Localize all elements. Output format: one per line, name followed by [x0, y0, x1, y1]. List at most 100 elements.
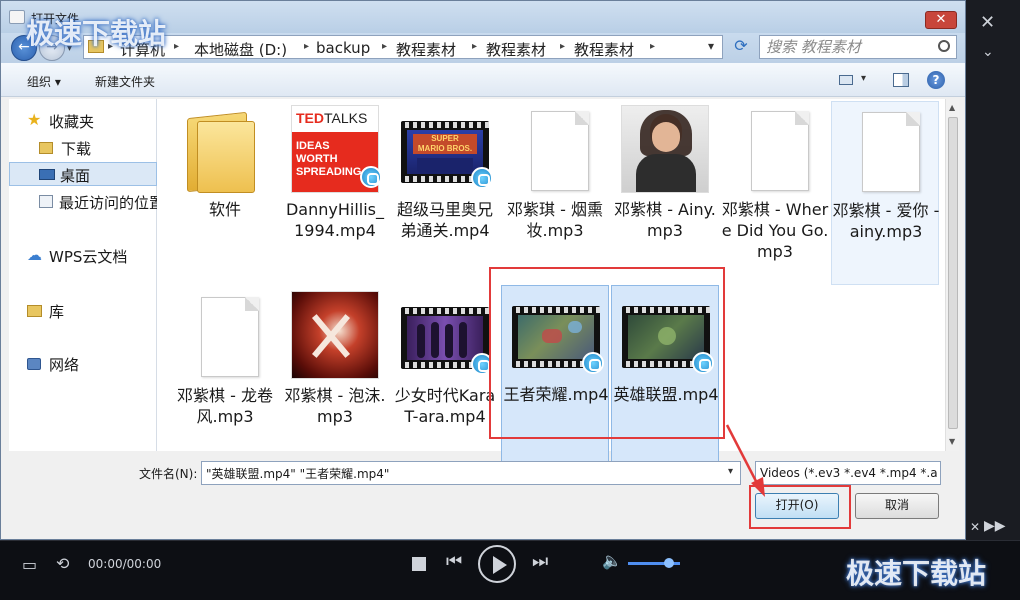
sidebar-item-label: 最近访问的位置 — [59, 194, 157, 212]
preview-pane-icon[interactable] — [893, 73, 909, 87]
close-button[interactable]: ✕ — [925, 11, 957, 29]
sidebar-item-recent-places[interactable]: 最近访问的位置 — [9, 190, 157, 214]
file-item-audio-smoky-makeup[interactable]: 邓紫琪 - 烟熏妆.mp3 — [501, 101, 609, 285]
filename-input[interactable] — [206, 465, 716, 481]
help-icon[interactable]: ? — [927, 71, 945, 89]
watermark-top: 极速下载站 — [26, 17, 167, 50]
file-item-mario-video[interactable]: SUPER MARIO BROS. 超级马里奥兄弟通关.mp4 — [391, 101, 499, 285]
file-name: 邓紫棋 - Ainy.mp3 — [614, 200, 716, 240]
video-thumbnail-icon: SUPER MARIO BROS. — [401, 105, 493, 193]
scrollbar-thumb[interactable] — [948, 117, 958, 429]
file-name: 邓紫棋 - 龙卷风.mp3 — [177, 386, 273, 426]
file-item-audio-tornado[interactable]: 邓紫棋 - 龙卷风.mp3 — [171, 287, 279, 471]
sidebar-item-label: 下载 — [61, 140, 92, 158]
next-icon[interactable]: ⏭ — [532, 551, 548, 572]
video-thumbnail-icon — [401, 291, 493, 379]
sidebar-item-libraries[interactable]: 库 — [9, 299, 157, 323]
refresh-button[interactable]: ⟳ — [729, 35, 753, 59]
address-dropdown-icon[interactable]: ▾ — [708, 39, 714, 53]
breadcrumb-folder-1[interactable]: 教程素材 — [396, 39, 456, 60]
filename-combobox[interactable]: ▾ — [201, 461, 741, 485]
sidebar-item-desktop[interactable]: 桌面 — [9, 162, 157, 186]
sidebar-item-wps-cloud[interactable]: ☁ WPS云文档 — [9, 244, 157, 268]
player-close-icon[interactable]: ✕ — [980, 12, 995, 33]
sidebar-item-network[interactable]: 网络 — [9, 352, 157, 376]
desktop-icon — [39, 169, 55, 180]
file-item-audio-bubbles[interactable]: 邓紫棋 - 泡沫.mp3 — [281, 287, 389, 471]
star-icon: ★ — [27, 110, 42, 129]
file-name: 软件 — [208, 200, 241, 219]
breadcrumb-separator[interactable]: ▸ — [560, 41, 565, 52]
command-toolbar: 组织 ▾ 新建文件夹 ▾ ? — [1, 63, 965, 97]
loop-icon[interactable]: ⟲ — [56, 554, 69, 573]
file-name: 邓紫棋 - 泡沫.mp3 — [284, 386, 386, 426]
view-dropdown-icon[interactable]: ▾ — [861, 73, 866, 84]
new-folder-button[interactable]: 新建文件夹 — [95, 73, 155, 90]
breadcrumb-folder-2[interactable]: 教程素材 — [486, 39, 546, 60]
watermark-bottom: 极速下载站 — [846, 557, 987, 590]
change-view-icon[interactable] — [839, 75, 853, 85]
address-bar[interactable]: ▸ 计算机 ▸ 本地磁盘 (D:) ▸ backup ▸ 教程素材 ▸ 教程素材… — [83, 35, 723, 59]
file-item-audio-ainy[interactable]: 邓紫棋 - Ainy.mp3 — [611, 101, 719, 285]
breadcrumb-separator[interactable]: ▸ — [650, 41, 655, 52]
file-name: 邓紫琪 - 烟熏妆.mp3 — [507, 200, 603, 240]
volume-icon[interactable]: 🔈 — [602, 551, 622, 570]
file-item-dannyhillis-video[interactable]: TEDTALKS IDEAS WORTH SPREADING DannyHillis… — [281, 101, 389, 285]
refresh-icon: ⟳ — [734, 36, 748, 55]
player-x-icon[interactable]: ✕ — [970, 520, 980, 534]
cancel-button[interactable]: 取消 — [855, 493, 939, 519]
breadcrumb-local-disk[interactable]: 本地磁盘 (D:) — [194, 39, 287, 60]
player-collapse-icon[interactable]: ⌄ — [982, 44, 994, 60]
sidebar-item-label: 桌面 — [60, 167, 91, 185]
sidebar-item-downloads[interactable]: 下载 — [9, 136, 157, 160]
play-button[interactable] — [478, 545, 516, 583]
download-folder-icon — [39, 142, 53, 154]
scroll-up-icon[interactable]: ▲ — [949, 103, 955, 112]
scroll-down-icon[interactable]: ▼ — [949, 437, 955, 446]
recent-icon — [39, 195, 53, 208]
sidebar-item-label: 库 — [49, 303, 65, 321]
cloud-icon: ☁ — [27, 246, 42, 264]
media-player-badge-icon — [471, 167, 493, 189]
annotation-arrow-icon — [725, 424, 765, 497]
breadcrumb-separator[interactable]: ▸ — [472, 41, 477, 52]
sidebar-item-favorites[interactable]: ★ 收藏夹 — [9, 109, 157, 133]
vertical-scrollbar[interactable]: ▲ ▼ — [945, 99, 959, 451]
library-icon — [27, 305, 42, 317]
file-item-audio-love-you[interactable]: 邓紫棋 - 爱你 - ainy.mp3 — [831, 101, 939, 285]
breadcrumb-backup[interactable]: backup — [316, 39, 370, 57]
document-icon — [511, 105, 599, 193]
search-icon[interactable] — [938, 40, 950, 52]
player-next-panel-icon[interactable]: ▶▶ — [984, 518, 1006, 534]
navigation-pane: ★ 收藏夹 下载 桌面 最近访问的位置 ☁ WPS云文档 库 网络 — [9, 99, 157, 451]
breadcrumb-separator[interactable]: ▸ — [382, 41, 387, 52]
filename-label: 文件名(N): — [139, 467, 198, 481]
app-icon — [9, 10, 25, 24]
highlight-selected-files — [489, 267, 725, 439]
file-name: 邓紫棋 - Where Did You Go.mp3 — [721, 200, 829, 261]
file-type-select[interactable]: Videos (*.ev3 *.ev4 *.mp4 *.a — [755, 461, 941, 485]
open-file-dialog: 打开文件 ✕ ← → ▾ ▸ 计算机 ▸ 本地磁盘 (D:) ▸ backup … — [0, 0, 966, 540]
breadcrumb-separator[interactable]: ▸ — [174, 41, 179, 52]
search-input[interactable] — [766, 38, 934, 56]
search-box[interactable] — [759, 35, 957, 59]
file-name: 超级马里奥兄弟通关.mp4 — [396, 200, 493, 240]
file-name: 少女时代KaraT-ara.mp4 — [394, 386, 496, 426]
file-item-audio-where-did-you-go[interactable]: 邓紫棋 - Where Did You Go.mp3 — [721, 101, 829, 285]
document-icon — [181, 291, 269, 379]
previous-icon[interactable]: ⏮ — [446, 551, 462, 572]
volume-slider-handle[interactable] — [664, 558, 674, 568]
breadcrumb-folder-3[interactable]: 教程素材 — [574, 39, 634, 60]
file-item-folder-software[interactable]: 软件 — [171, 101, 279, 285]
document-icon — [731, 105, 819, 193]
file-name: DannyHillis_1994.mp4 — [285, 200, 385, 240]
playback-time: 00:00/00:00 — [88, 557, 162, 571]
file-item-karat-video[interactable]: 少女时代KaraT-ara.mp4 — [391, 287, 499, 471]
organize-button[interactable]: 组织 ▾ — [27, 73, 61, 90]
player-side-strip: ✕ ⌄ ✕ ▶▶ — [966, 0, 1020, 540]
stop-icon[interactable] — [412, 557, 426, 571]
sidebar-item-label: WPS云文档 — [49, 248, 128, 266]
breadcrumb-separator[interactable]: ▸ — [304, 41, 309, 52]
folder-icon — [181, 105, 269, 193]
folder-icon[interactable]: ▭ — [22, 555, 37, 574]
